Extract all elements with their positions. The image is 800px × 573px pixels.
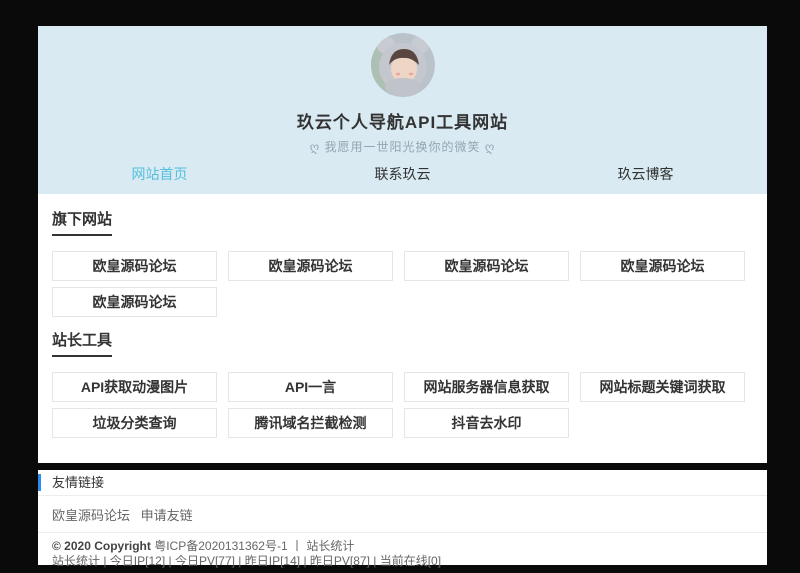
copyright-line: © 2020 Copyright 粤ICP备2020131362号-1 丨 站长… <box>52 539 753 554</box>
owned-site-button[interactable]: 欧皇源码论坛 <box>228 251 393 281</box>
tool-button-anime-image-api[interactable]: API获取动漫图片 <box>52 372 217 402</box>
owned-site-button[interactable]: 欧皇源码论坛 <box>580 251 745 281</box>
page-background: 玖云个人导航API工具网站 ღ 我愿用一世阳光换你的微笑 ღ 网站首页 联系玖云… <box>0 0 800 573</box>
avatar-illustration <box>371 33 435 97</box>
avatar <box>371 33 435 97</box>
section-heading-webmaster-tools: 站长工具 <box>52 329 112 357</box>
tool-button-tencent-domain-check[interactable]: 腾讯域名拦截检测 <box>228 408 393 438</box>
friend-links-row: 欧皇源码论坛 申请友链 <box>38 496 767 533</box>
content-area: 旗下网站 欧皇源码论坛 欧皇源码论坛 欧皇源码论坛 欧皇源码论坛 欧皇源码论坛 … <box>38 194 767 463</box>
footer-separator: 丨 <box>291 539 303 553</box>
copyright-text: © 2020 Copyright <box>52 539 151 553</box>
stats-detail: | 今日IP[12] | 今日PV[77] | 昨日IP[14] | 昨日PV[… <box>103 554 441 568</box>
owned-site-button[interactable]: 欧皇源码论坛 <box>52 287 217 317</box>
friend-links-header: 友情链接 <box>38 470 767 496</box>
accent-bar <box>38 474 41 491</box>
section-heading-owned-sites: 旗下网站 <box>52 208 112 236</box>
tool-button-server-info[interactable]: 网站服务器信息获取 <box>404 372 569 402</box>
owned-site-button[interactable]: 欧皇源码论坛 <box>52 251 217 281</box>
stats-counter-link[interactable]: 站长统计 <box>52 554 100 568</box>
friend-links-heading: 友情链接 <box>52 475 104 490</box>
footer-card: 友情链接 欧皇源码论坛 申请友链 © 2020 Copyright 粤ICP备2… <box>38 470 767 565</box>
main-card: 玖云个人导航API工具网站 ღ 我愿用一世阳光换你的微笑 ღ 网站首页 联系玖云… <box>38 26 767 463</box>
tool-button-title-keywords[interactable]: 网站标题关键词获取 <box>580 372 745 402</box>
stats-link[interactable]: 站长统计 <box>306 539 354 553</box>
tool-button-garbage-sorting[interactable]: 垃圾分类查询 <box>52 408 217 438</box>
nav-item-home[interactable]: 网站首页 <box>38 155 281 194</box>
site-title: 玖云个人导航API工具网站 <box>297 108 508 133</box>
site-footer: © 2020 Copyright 粤ICP备2020131362号-1 丨 站长… <box>38 533 767 569</box>
tool-button-douyin-watermark[interactable]: 抖音去水印 <box>404 408 569 438</box>
apply-friend-link[interactable]: 申请友链 <box>141 508 193 523</box>
friend-link-ouhuang-forum[interactable]: 欧皇源码论坛 <box>52 508 130 523</box>
nav-item-contact[interactable]: 联系玖云 <box>281 155 524 194</box>
main-nav: 网站首页 联系玖云 玖云博客 <box>38 155 767 194</box>
owned-site-button[interactable]: 欧皇源码论坛 <box>404 251 569 281</box>
site-subtitle: ღ 我愿用一世阳光换你的微笑 ღ <box>310 138 496 155</box>
owned-sites-grid: 欧皇源码论坛 欧皇源码论坛 欧皇源码论坛 欧皇源码论坛 欧皇源码论坛 <box>52 251 753 317</box>
site-header: 玖云个人导航API工具网站 ღ 我愿用一世阳光换你的微笑 ღ 网站首页 联系玖云… <box>38 26 767 194</box>
webmaster-tools-grid: API获取动漫图片 API一言 网站服务器信息获取 网站标题关键词获取 垃圾分类… <box>52 372 753 438</box>
stats-line: 站长统计 | 今日IP[12] | 今日PV[77] | 昨日IP[14] | … <box>52 554 753 569</box>
tool-button-hitokoto-api[interactable]: API一言 <box>228 372 393 402</box>
icp-number-link[interactable]: 粤ICP备2020131362号-1 <box>154 539 287 553</box>
nav-item-blog[interactable]: 玖云博客 <box>524 155 767 194</box>
